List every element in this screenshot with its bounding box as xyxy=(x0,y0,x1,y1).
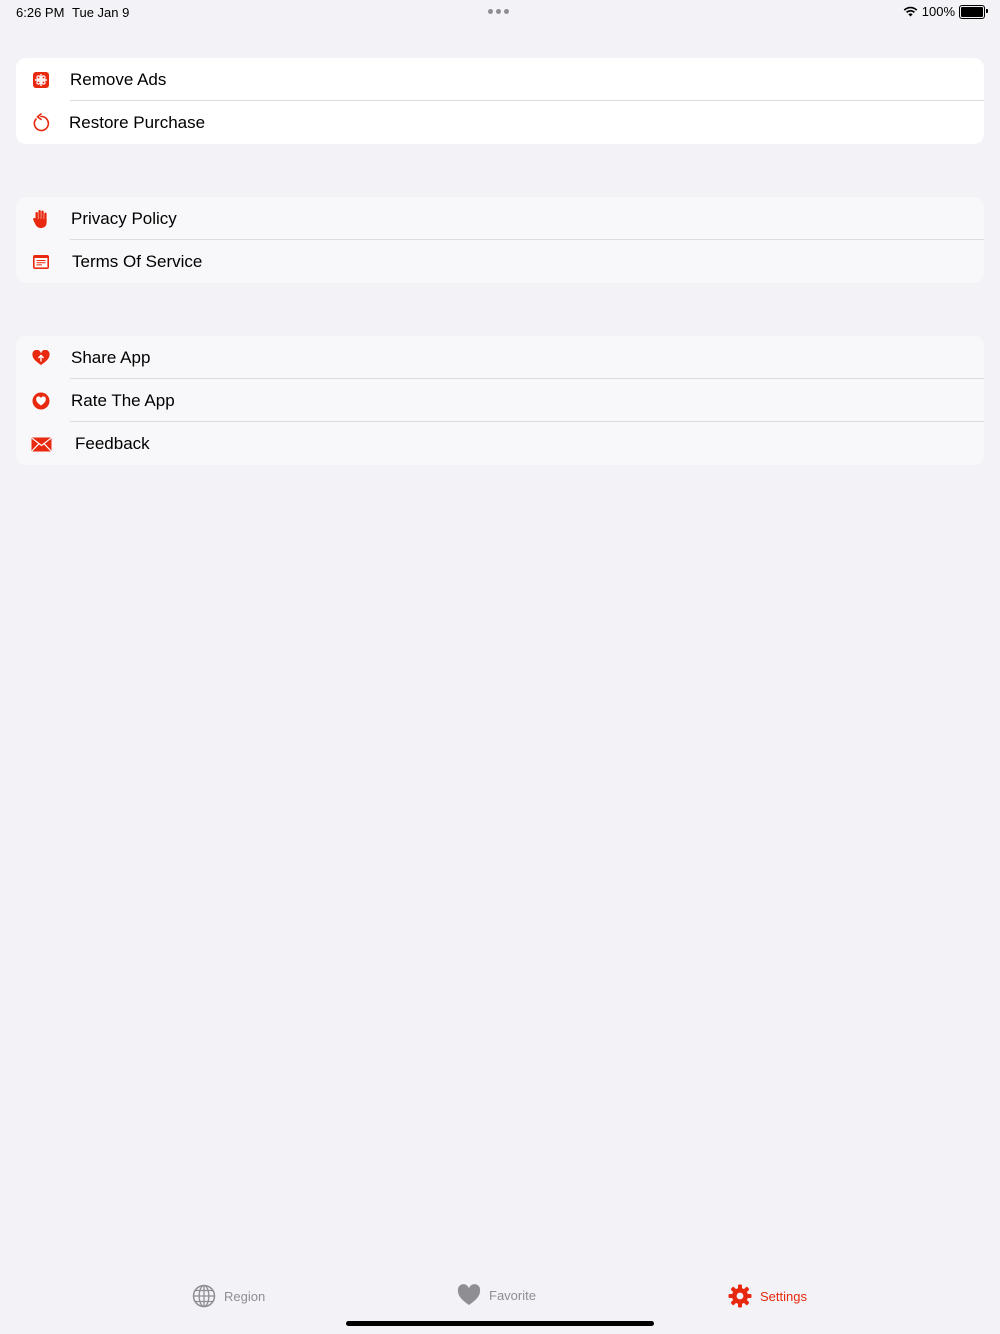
privacy-policy-row[interactable]: Privacy Policy xyxy=(16,197,984,240)
share-app-row[interactable]: Share App xyxy=(16,336,984,379)
terms-of-service-row[interactable]: Terms Of Service xyxy=(16,240,984,283)
restore-purchase-label: Restore Purchase xyxy=(69,113,206,132)
tab-favorite[interactable]: Favorite xyxy=(457,1284,536,1306)
tab-settings-label: Settings xyxy=(760,1288,807,1304)
social-group: Share App Rate The App Feedback xyxy=(16,336,984,465)
battery-icon xyxy=(959,4,988,19)
wifi-icon xyxy=(903,6,918,17)
hand-icon xyxy=(30,208,52,230)
heart-share-icon xyxy=(30,347,52,369)
tab-favorite-label: Favorite xyxy=(489,1287,536,1303)
rate-app-label: Rate The App xyxy=(71,391,175,410)
status-bar: 6:26 PM Tue Jan 9 100% xyxy=(0,0,1000,24)
rate-app-row[interactable]: Rate The App xyxy=(16,379,984,422)
heart-circle-icon xyxy=(30,390,52,412)
tab-region[interactable]: Region xyxy=(192,1284,265,1308)
feedback-row[interactable]: Feedback xyxy=(16,422,984,465)
multitasking-dots-icon[interactable] xyxy=(488,9,509,14)
purchase-group: Remove Ads Restore Purchase xyxy=(16,58,984,144)
tab-bar: Region Favorite Settings xyxy=(0,1274,1000,1318)
document-icon xyxy=(30,251,52,273)
feedback-label: Feedback xyxy=(75,434,150,453)
tab-settings[interactable]: Settings xyxy=(728,1284,807,1308)
restore-icon xyxy=(30,112,52,134)
status-date: Tue Jan 9 xyxy=(72,5,130,20)
gift-icon xyxy=(30,69,52,91)
heart-icon xyxy=(457,1284,481,1305)
gear-icon xyxy=(728,1284,752,1308)
restore-purchase-row[interactable]: Restore Purchase xyxy=(16,101,984,144)
battery-percent: 100% xyxy=(921,4,955,19)
status-time: 6:26 PM xyxy=(16,5,65,20)
remove-ads-row[interactable]: Remove Ads xyxy=(16,58,984,101)
globe-icon xyxy=(192,1284,216,1308)
home-indicator[interactable] xyxy=(346,1321,654,1326)
terms-of-service-label: Terms Of Service xyxy=(72,252,203,271)
share-app-label: Share App xyxy=(71,348,151,367)
privacy-policy-label: Privacy Policy xyxy=(71,209,177,228)
envelope-icon xyxy=(30,433,52,455)
remove-ads-label: Remove Ads xyxy=(70,70,167,89)
legal-group: Privacy Policy Terms Of Service xyxy=(16,197,984,283)
tab-region-label: Region xyxy=(224,1288,266,1304)
